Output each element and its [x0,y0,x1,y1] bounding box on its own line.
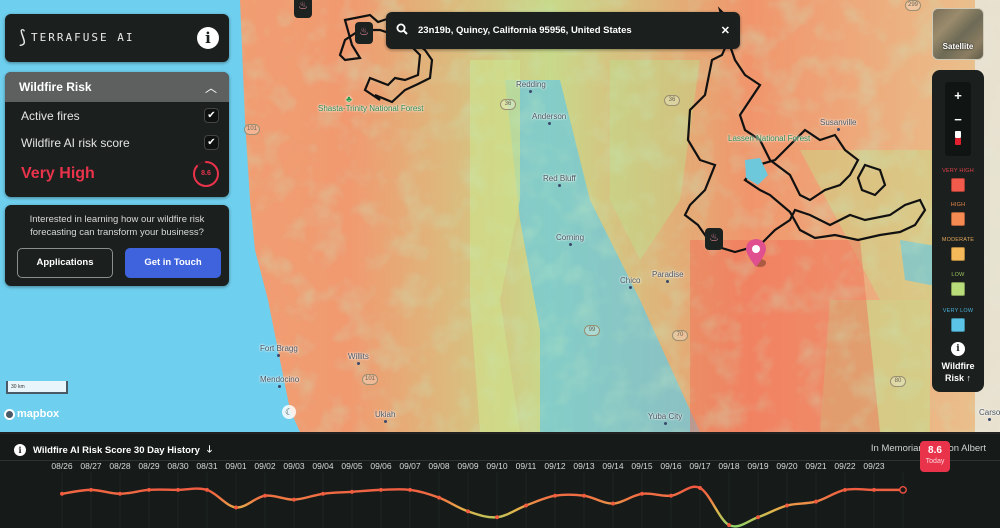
legend-very-low: VERY LOW [932,308,984,332]
risk-score-checkbox[interactable]: ✔ [204,135,219,150]
place-label: Red Bluff [543,174,576,187]
cta-text: Interested in learning how our wildfire … [29,214,205,238]
close-icon[interactable]: ✕ [721,24,730,37]
wildfire-risk-panel: Wildfire Risk ︿ Active fires ✔ Wildfire … [5,72,229,197]
cta-panel: Interested in learning how our wildfire … [5,205,229,286]
history-title[interactable]: i Wildfire AI Risk Score 30 Day History … [14,442,212,458]
legend-swatch [951,212,965,226]
park-label: Lassen National Forest [728,134,811,143]
flame-icon: ♨ [709,232,719,244]
highway-shield: 36 [664,95,680,106]
active-fire-marker[interactable]: ♨ [705,228,723,250]
info-icon[interactable]: i [197,27,219,49]
highway-shield: 101 [362,374,378,385]
layer-toggle-active-fires[interactable]: Active fires ✔ [5,102,229,129]
satellite-toggle[interactable]: Satellite [932,8,984,60]
scale-bar: 30 km [6,381,68,394]
active-fires-checkbox[interactable]: ✔ [204,108,219,123]
legend-swatch [951,282,965,296]
highway-shield: 99 [584,325,600,336]
place-label: Corning [556,233,584,246]
place-label: Mendocino [260,375,299,388]
flame-icon: ♨ [359,26,369,38]
applications-button[interactable]: Applications [17,248,113,278]
today-badge: 8.6 Today [920,441,950,472]
mapbox-attribution[interactable]: mapbox [4,408,59,420]
info-icon[interactable]: i [951,342,965,356]
search-icon[interactable] [396,23,408,38]
location-pin-icon[interactable] [745,238,767,268]
legend-toggle-button[interactable]: Wildfire Risk ↑ [932,360,984,384]
flame-icon: ♨ [298,0,308,12]
place-label: Willits [348,352,369,365]
brand-logo[interactable]: ⟆ TERRAFUSE AI [19,28,135,46]
risk-level-label: Very High [21,165,95,182]
place-label: Chico [620,276,640,289]
arrow-down-icon[interactable]: 🡓 [207,442,212,458]
place-label: Fort Bragg [260,344,298,357]
legend-very-high: VERY HIGH [932,168,984,192]
risk-score-value: 8.6 [201,170,211,177]
legend-swatch [951,247,965,261]
search-bar: ✕ [386,12,740,49]
legend-moderate: MODERATE [932,237,984,261]
layer-toggle-risk-score[interactable]: Wildfire AI risk score ✔ [5,129,229,156]
legend-swatch [951,178,965,192]
mapbox-logo-icon [4,408,15,420]
legend-low: LOW [932,272,984,296]
highway-shield: 101 [244,124,260,135]
compass-icon[interactable] [955,131,961,145]
place-label: Susanville [820,118,856,131]
place-label: Paradise [652,270,684,283]
park-label: ♣ Shasta-Trinity National Forest [318,94,424,114]
zoom-out-button[interactable]: − [945,112,971,127]
brand-panel: ⟆ TERRAFUSE AI i [5,14,229,62]
place-label: Carso [979,408,1000,421]
place-label: Yuba City [648,412,682,425]
highway-shield: 299 [905,0,921,11]
place-label: Redding [516,80,546,93]
chevron-up-icon[interactable]: ︿ [205,79,217,96]
legend-high: HIGH [932,202,984,226]
highway-shield: 36 [500,99,516,110]
get-in-touch-button[interactable]: Get in Touch [125,248,221,278]
tree-icon: ♣ [346,94,352,104]
night-mode-icon[interactable]: ☾ [282,405,296,419]
active-fire-marker[interactable]: ♨ [294,0,312,18]
legend-swatch [951,318,965,332]
history-panel: i Wildfire AI Risk Score 30 Day History … [0,432,1000,528]
wildfire-risk-header[interactable]: Wildfire Risk ︿ [5,72,229,102]
risk-score-gauge: 8.6 [191,159,221,189]
divider [0,460,1000,461]
search-input[interactable] [418,25,721,36]
active-fire-marker[interactable]: ♨ [355,22,373,44]
highway-shield: 80 [890,376,906,387]
place-label: Ukiah [375,410,395,423]
info-icon[interactable]: i [14,444,26,456]
highway-shield: 70 [672,330,688,341]
place-label: Anderson [532,112,566,125]
map-controls: + − VERY HIGH HIGH MODERATE LOW VERY LOW… [932,70,984,392]
zoom-in-button[interactable]: + [945,88,971,103]
wheat-icon: ⟆ [19,27,27,47]
